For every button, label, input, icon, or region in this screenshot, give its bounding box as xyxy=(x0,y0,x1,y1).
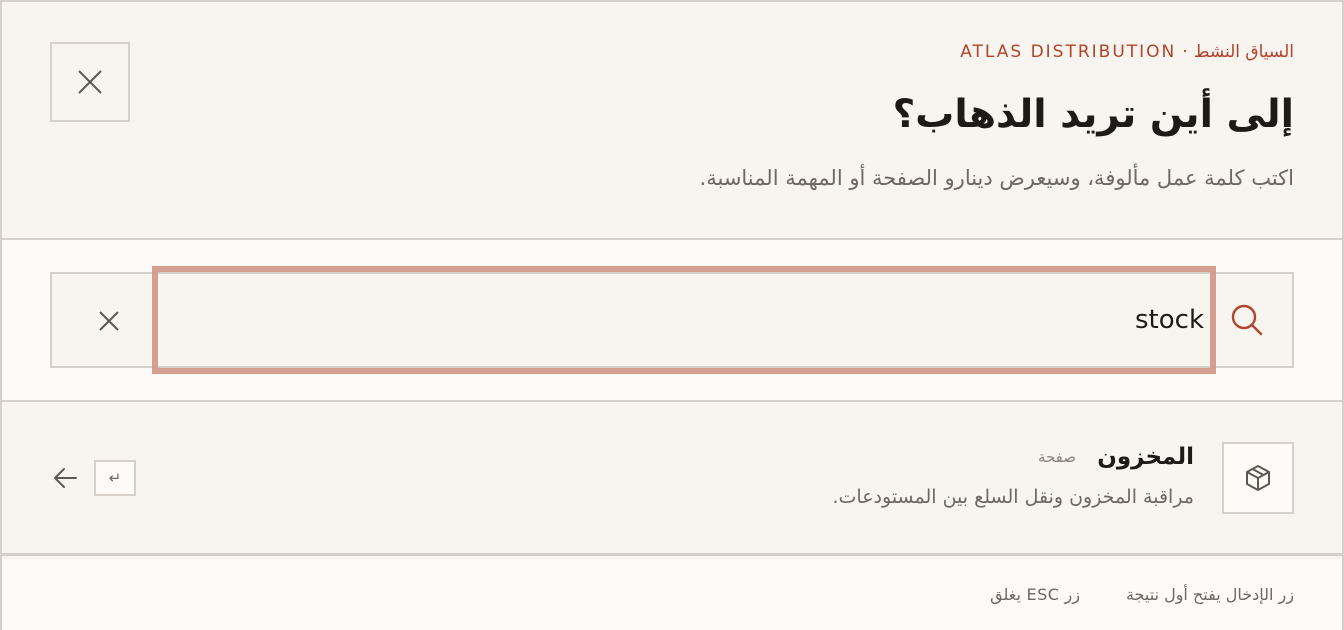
package-icon xyxy=(1246,465,1270,491)
page-title: إلى أين تريد الذهاب؟ xyxy=(892,92,1294,137)
hint-enter: زر الإدخال يفتح أول نتيجة xyxy=(1125,585,1294,604)
context-brand: ATLAS DISTRIBUTION xyxy=(960,42,1177,62)
clear-search-button[interactable] xyxy=(92,304,126,338)
active-context: السياق النشط·ATLAS DISTRIBUTION xyxy=(960,42,1294,62)
context-separator: · xyxy=(1182,42,1188,62)
close-button[interactable] xyxy=(50,42,130,122)
result-item[interactable]: المخزون صفحة مراقبة المخزون ونقل السلع ب… xyxy=(2,402,1342,556)
search-section xyxy=(2,240,1342,402)
result-description: مراقبة المخزون ونقل السلع بين المستودعات… xyxy=(832,486,1194,508)
close-icon xyxy=(78,70,102,94)
result-icon-box xyxy=(1222,442,1294,514)
page-subtitle: اكتب كلمة عمل مألوفة، وسيعرض دينارو الصف… xyxy=(699,166,1294,190)
enter-key-hint: ↵ xyxy=(94,460,136,496)
result-type-badge: صفحة xyxy=(1037,448,1076,466)
search-box xyxy=(50,266,1294,374)
search-icon xyxy=(1231,304,1263,336)
result-title: المخزون xyxy=(1097,444,1194,470)
arrow-left-icon xyxy=(54,468,77,488)
command-palette: السياق النشط·ATLAS DISTRIBUTION إلى أين … xyxy=(0,0,1344,630)
context-label: السياق النشط xyxy=(1193,42,1294,62)
results-list: المخزون صفحة مراقبة المخزون ونقل السلع ب… xyxy=(2,402,1342,556)
palette-footer: زر الإدخال يفتح أول نتيجة زر ESC يغلق xyxy=(2,559,1342,630)
search-input[interactable] xyxy=(152,266,1216,374)
hint-esc: زر ESC يغلق xyxy=(990,585,1080,604)
clear-icon xyxy=(99,311,119,331)
palette-header: السياق النشط·ATLAS DISTRIBUTION إلى أين … xyxy=(2,2,1342,240)
